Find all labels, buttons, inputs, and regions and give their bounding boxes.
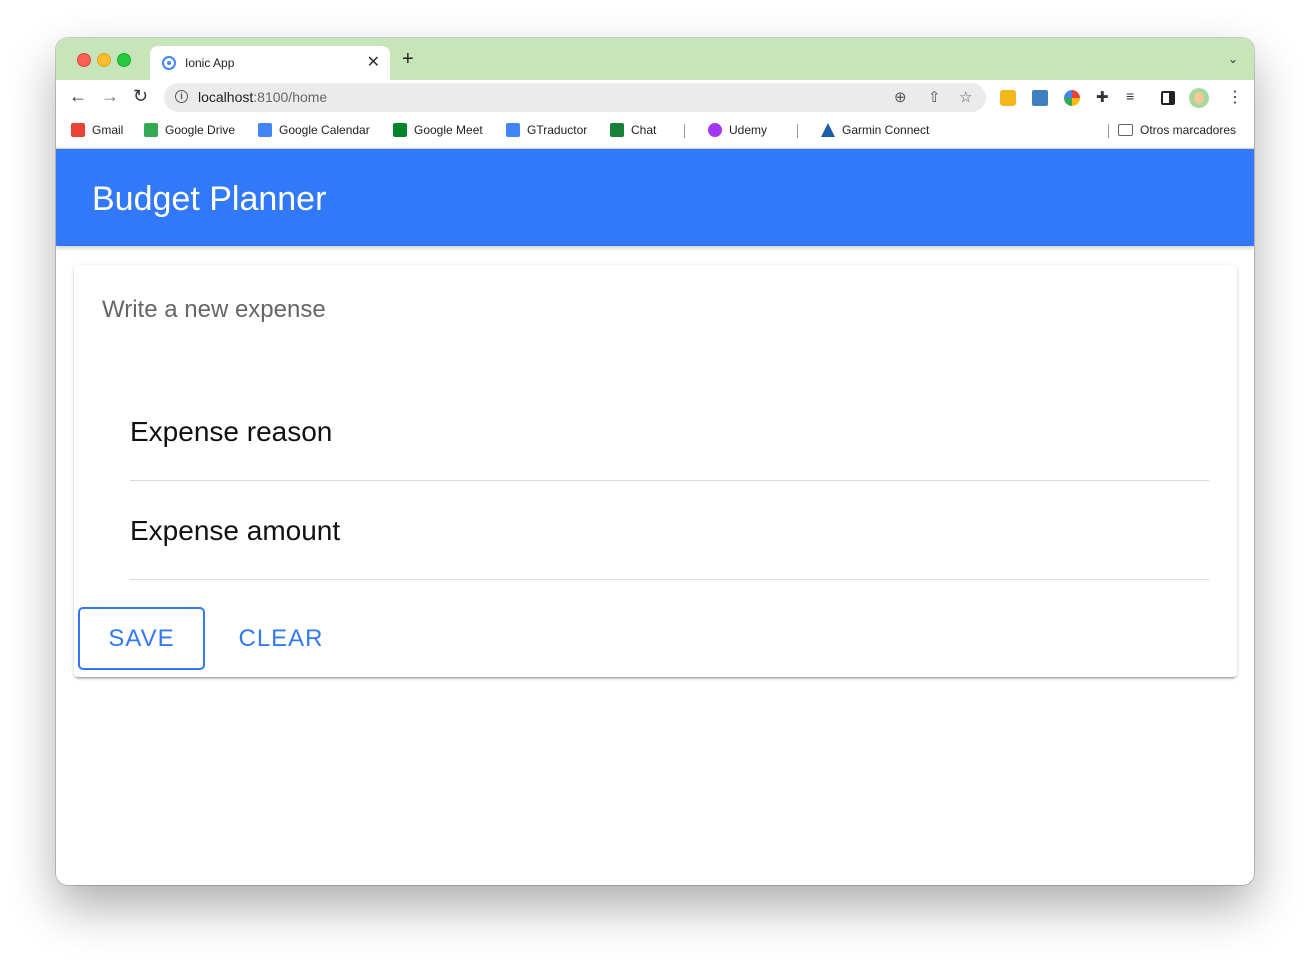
browser-window: Ionic App ✕ + ⌄ ← → ↻ i localhost:8100/h… [56,38,1254,885]
clear-button[interactable]: CLEAR [220,609,342,668]
url-path: :8100/home [253,89,328,105]
bookmark-label: GTraductor [527,123,588,137]
puzzle-icon[interactable]: ✚ [1096,88,1109,106]
page-title: Budget Planner [92,180,327,218]
udemy-icon [708,123,722,137]
bookmark-chat[interactable]: Chat [610,123,656,137]
ionic-favicon-icon [162,56,176,70]
tab-strip: Ionic App ✕ + ⌄ [56,38,1254,80]
chat-icon [610,123,624,137]
bookmark-separator [1108,124,1109,138]
extension-blue-icon[interactable] [1032,90,1048,106]
browser-toolbar: ← → ↻ i localhost:8100/home ⊕ ⇧ ☆ ✚ ≡ ⋮ [56,80,1254,116]
side-panel-icon[interactable] [1161,91,1175,105]
card-subtitle: Write a new expense [102,296,326,323]
url-text[interactable]: localhost:8100/home [198,89,327,105]
zoom-window-button[interactable] [117,53,131,67]
bookmark-separator [797,124,798,138]
bookmark-gmail[interactable]: Gmail [71,123,123,137]
bookmark-google-drive[interactable]: Google Drive [144,123,235,137]
minimize-window-button[interactable] [97,53,111,67]
share-icon[interactable]: ⇧ [928,88,941,106]
bookmark-google-calendar[interactable]: Google Calendar [258,123,370,137]
bookmark-separator [684,124,685,138]
google-calendar-icon [258,123,272,137]
back-arrow-icon[interactable]: ← [69,87,87,105]
url-host: localhost [198,89,254,105]
browser-tab[interactable]: Ionic App ✕ [150,46,390,80]
tab-title: Ionic App [185,56,235,70]
tab-close-icon[interactable]: ✕ [367,52,380,72]
expense-card: Write a new expense Expense reason Expen… [74,265,1237,677]
gmail-icon [71,123,85,137]
expense-reason-label: Expense reason [130,416,333,447]
garmin-icon [821,123,835,137]
new-tab-button[interactable]: + [402,49,414,69]
translate-icon [506,123,520,137]
close-window-button[interactable] [77,53,91,67]
bookmark-udemy[interactable]: Udemy [708,123,767,137]
expense-reason-field[interactable]: Expense reason [130,381,1209,481]
forward-arrow-icon[interactable]: → [101,87,119,105]
bookmark-label: Otros marcadores [1140,123,1237,137]
page-viewport: Budget Planner Write a new expense Expen… [56,149,1254,885]
folder-icon [1118,124,1133,136]
tab-search-chevron-icon[interactable]: ⌄ [1228,52,1238,66]
extension-color-icon[interactable] [1064,90,1080,106]
google-meet-icon [393,123,407,137]
avatar[interactable] [1189,88,1209,108]
address-bar[interactable]: i localhost:8100/home ⊕ ⇧ ☆ [164,83,986,112]
info-icon[interactable]: i [175,90,188,103]
google-drive-icon [144,123,158,137]
bookmark-folder-otros[interactable]: Otros marcadores [1118,123,1236,137]
bookmark-label: Google Drive [165,123,236,137]
bookmarks-bar: Gmail Google Drive Google Calendar Googl… [56,116,1254,149]
bookmark-label: Garmin Connect [842,123,930,137]
bookmark-gtraductor[interactable]: GTraductor [506,123,587,137]
expense-amount-field[interactable]: Expense amount [130,480,1209,580]
bookmark-label: Google Meet [414,123,483,137]
reload-icon[interactable]: ↻ [133,87,148,105]
extension-yellow-icon[interactable] [1000,90,1016,106]
bookmark-label: Udemy [729,123,768,137]
bookmark-label: Chat [631,123,657,137]
app-toolbar: Budget Planner [56,149,1254,246]
menu-icon[interactable]: ⋮ [1227,87,1243,107]
star-icon[interactable]: ☆ [959,88,972,106]
zoom-icon[interactable]: ⊕ [894,88,907,106]
media-icon[interactable]: ≡ [1126,88,1134,104]
bookmark-google-meet[interactable]: Google Meet [393,123,483,137]
bookmark-label: Google Calendar [279,123,370,137]
expense-amount-label: Expense amount [130,515,341,546]
bookmark-garmin-connect[interactable]: Garmin Connect [821,123,929,137]
bookmark-label: Gmail [92,123,124,137]
save-button[interactable]: SAVE [78,607,205,670]
